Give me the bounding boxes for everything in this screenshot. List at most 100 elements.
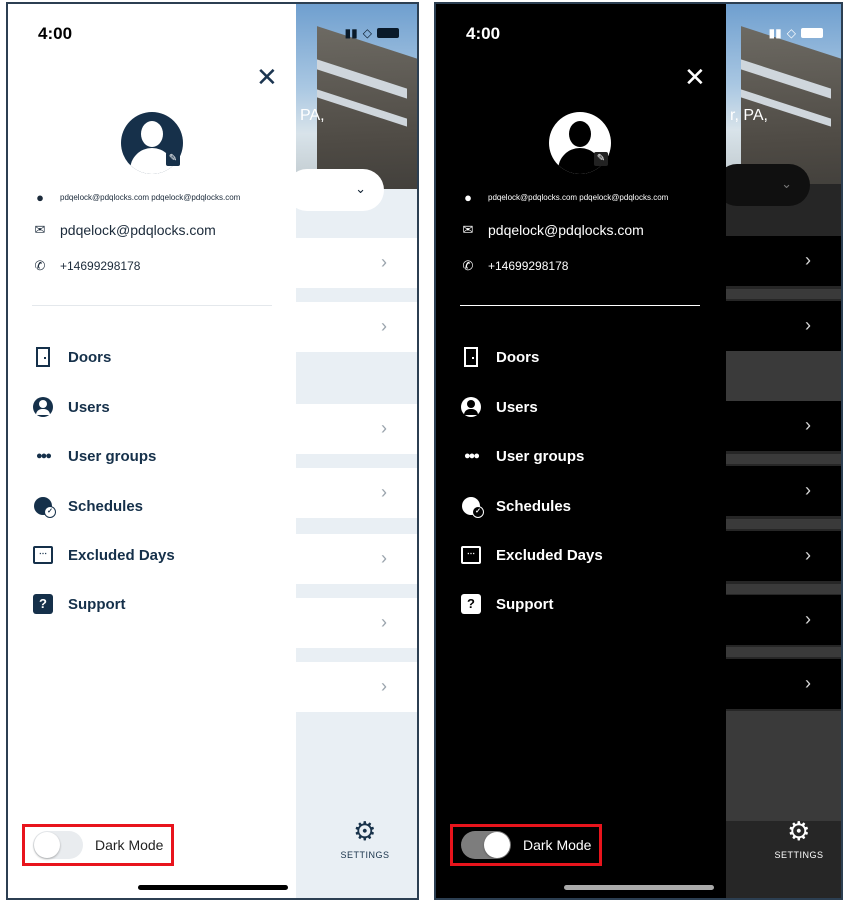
envelope-icon: ✉ [462,222,474,237]
dark-mode-highlight: Dark Mode [450,824,602,866]
chevron-right-icon: › [381,676,387,696]
chevron-right-icon: › [381,252,387,272]
menu-item-user-groups[interactable]: ●●● User groups [32,445,156,467]
menu-item-schedules[interactable]: ✓ Schedules [460,495,572,518]
location-dropdown[interactable]: ⌄ [286,169,384,211]
location-text: r, PA, [730,107,768,124]
menu-item-label: Schedules [496,497,572,515]
chevron-right-icon: › [805,545,811,565]
phone-icon: ✆ [462,258,474,273]
phone-text: +14699298178 [488,259,569,273]
list-row[interactable]: › [726,236,841,286]
dark-mode-highlight: Dark Mode [22,824,174,866]
person-icon: ● [36,190,44,205]
close-icon[interactable]: ✕ [684,64,706,90]
dark-mode-label: Dark Mode [523,837,592,853]
user-group-icon: ●●● [36,450,52,462]
chevron-right-icon: › [381,612,387,632]
menu-item-users[interactable]: Users [32,396,110,418]
menu-item-user-groups[interactable]: ●●● User groups [460,445,584,467]
settings-label: SETTINGS [774,850,824,860]
email-row: ✉ pdqelock@pdqlocks.com [32,222,216,238]
list-row[interactable]: › [296,404,417,454]
settings-button[interactable]: ⚙ SETTINGS [335,818,395,860]
chevron-right-icon: › [805,480,811,500]
list-row[interactable]: › [296,302,417,352]
phone-dark-mode: r, PA, ⌄ › › › › › › › ⚙ SETTINGS ▮▮ ◇ 4… [434,2,843,900]
dark-mode-toggle[interactable] [33,831,83,859]
chevron-down-icon: ⌄ [781,176,792,191]
chevron-right-icon: › [381,418,387,438]
door-icon [36,347,50,367]
menu-item-doors[interactable]: Doors [32,346,111,368]
menu-item-excluded-days[interactable]: ⋯ Excluded Days [460,544,603,566]
menu-item-label: Excluded Days [496,546,603,564]
phone-light-mode: PA, ⌄ › › › › › › › ⚙ SETTINGS ▮▮ ◇ 4:00… [6,2,419,900]
calendar-icon: ⋯ [461,546,481,564]
battery-icon [801,28,823,38]
chevron-right-icon: › [805,415,811,435]
list-row[interactable]: › [726,301,841,351]
list-row[interactable]: › [296,534,417,584]
menu-item-label: Excluded Days [68,546,175,564]
email-text: pdqelock@pdqlocks.com [60,222,216,238]
help-icon: ? [33,594,53,614]
divider [460,305,700,306]
envelope-icon: ✉ [34,222,46,237]
list-row[interactable]: › [726,531,841,581]
menu-item-support[interactable]: ? Support [460,593,554,615]
menu-item-label: Users [496,398,538,416]
location-dropdown[interactable]: ⌄ [716,164,810,206]
chevron-right-icon: › [805,673,811,693]
username-row: ● pdqelock@pdqlocks.com pdqelock@pdqlock… [460,190,668,205]
edit-icon[interactable]: ✎ [166,152,180,166]
menu-item-label: Doors [496,348,540,366]
username-text: pdqelock@pdqlocks.com pdqelock@pdqlocks.… [488,193,669,202]
chevron-right-icon: › [381,548,387,568]
list-row[interactable]: › [726,466,841,516]
list-row[interactable]: › [296,468,417,518]
chevron-right-icon: › [381,316,387,336]
door-icon [464,347,478,367]
list-row[interactable]: › [296,238,417,288]
chevron-right-icon: › [805,609,811,629]
wifi-icon: ◇ [786,26,796,40]
list-row[interactable]: › [296,662,417,712]
user-group-icon: ●●● [464,450,480,462]
phone-row: ✆ +14699298178 [460,258,569,274]
user-circle-icon [461,397,481,417]
dark-mode-toggle[interactable] [461,831,511,859]
close-icon[interactable]: ✕ [256,64,278,90]
battery-icon [377,28,399,38]
list-row[interactable]: › [726,659,841,709]
chevron-right-icon: › [381,482,387,502]
user-circle-icon [33,397,53,417]
signal-icon: ▮▮ [344,26,358,40]
list-row[interactable]: › [726,401,841,451]
home-indicator [563,885,714,890]
background-content: r, PA, ⌄ › › › › › › › ⚙ SETTINGS [716,4,841,898]
menu-item-support[interactable]: ? Support [32,593,126,615]
list-row[interactable]: › [296,598,417,648]
edit-icon[interactable]: ✎ [594,152,608,166]
status-bar-icons: ▮▮ ◇ [345,26,399,40]
menu-item-doors[interactable]: Doors [460,346,539,368]
menu-item-users[interactable]: Users [460,396,538,418]
list-row[interactable]: › [726,595,841,645]
chevron-right-icon: › [805,250,811,270]
signal-icon: ▮▮ [768,26,782,40]
status-time: 4:00 [466,24,501,43]
menu-item-excluded-days[interactable]: ⋯ Excluded Days [32,544,175,566]
email-row: ✉ pdqelock@pdqlocks.com [460,222,644,238]
username-row: ● pdqelock@pdqlocks.com pdqelock@pdqlock… [32,190,240,205]
settings-button[interactable]: ⚙ SETTINGS [769,818,829,860]
home-indicator [137,885,288,890]
phone-row: ✆ +14699298178 [32,258,141,274]
calendar-icon: ⋯ [33,546,53,564]
wifi-icon: ◇ [362,26,372,40]
menu-item-schedules[interactable]: ✓ Schedules [32,495,143,518]
menu-item-label: User groups [68,447,157,465]
menu-item-label: Support [68,595,126,613]
help-icon: ? [461,594,481,614]
schedule-clock-icon: ✓ [462,497,484,518]
